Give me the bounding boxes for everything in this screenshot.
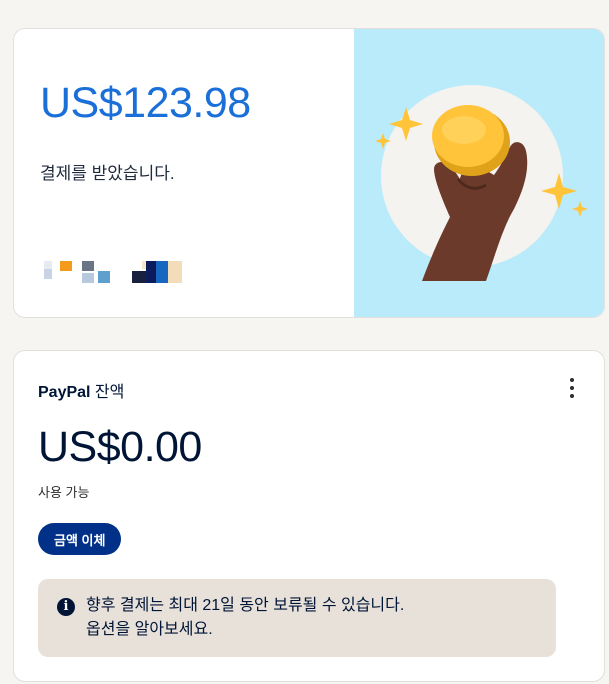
balance-amount: US$0.00 xyxy=(38,423,202,471)
balance-title-suffix: 잔액 xyxy=(90,384,125,401)
notice-options-link[interactable]: 옵션을 알아보세요. xyxy=(86,618,540,642)
kebab-menu-icon[interactable] xyxy=(560,373,584,403)
paypal-brand-label: PayPal xyxy=(38,384,91,401)
paypal-balance-card: PayPal 잔액 US$0.00 사용 가능 금액 이체 i 향후 결제는 최… xyxy=(13,350,605,682)
sender-avatars-pixelated xyxy=(44,261,194,287)
notice-line-1: 향후 결제는 최대 21일 동안 보류될 수 있습니다. xyxy=(86,597,405,614)
received-message: 결제를 받았습니다. xyxy=(40,164,175,183)
payment-received-card: US$123.98 결제를 받았습니다. xyxy=(13,28,605,318)
available-label: 사용 가능 xyxy=(38,485,90,500)
coin-hand-illustration xyxy=(354,29,604,317)
transfer-money-button[interactable]: 금액 이체 xyxy=(38,523,122,555)
hold-notice: i 향후 결제는 최대 21일 동안 보류될 수 있습니다. 옵션을 알아보세요… xyxy=(38,579,556,657)
received-amount: US$123.98 xyxy=(40,79,251,127)
balance-title: PayPal 잔액 xyxy=(38,378,124,402)
info-icon: i xyxy=(57,598,75,616)
